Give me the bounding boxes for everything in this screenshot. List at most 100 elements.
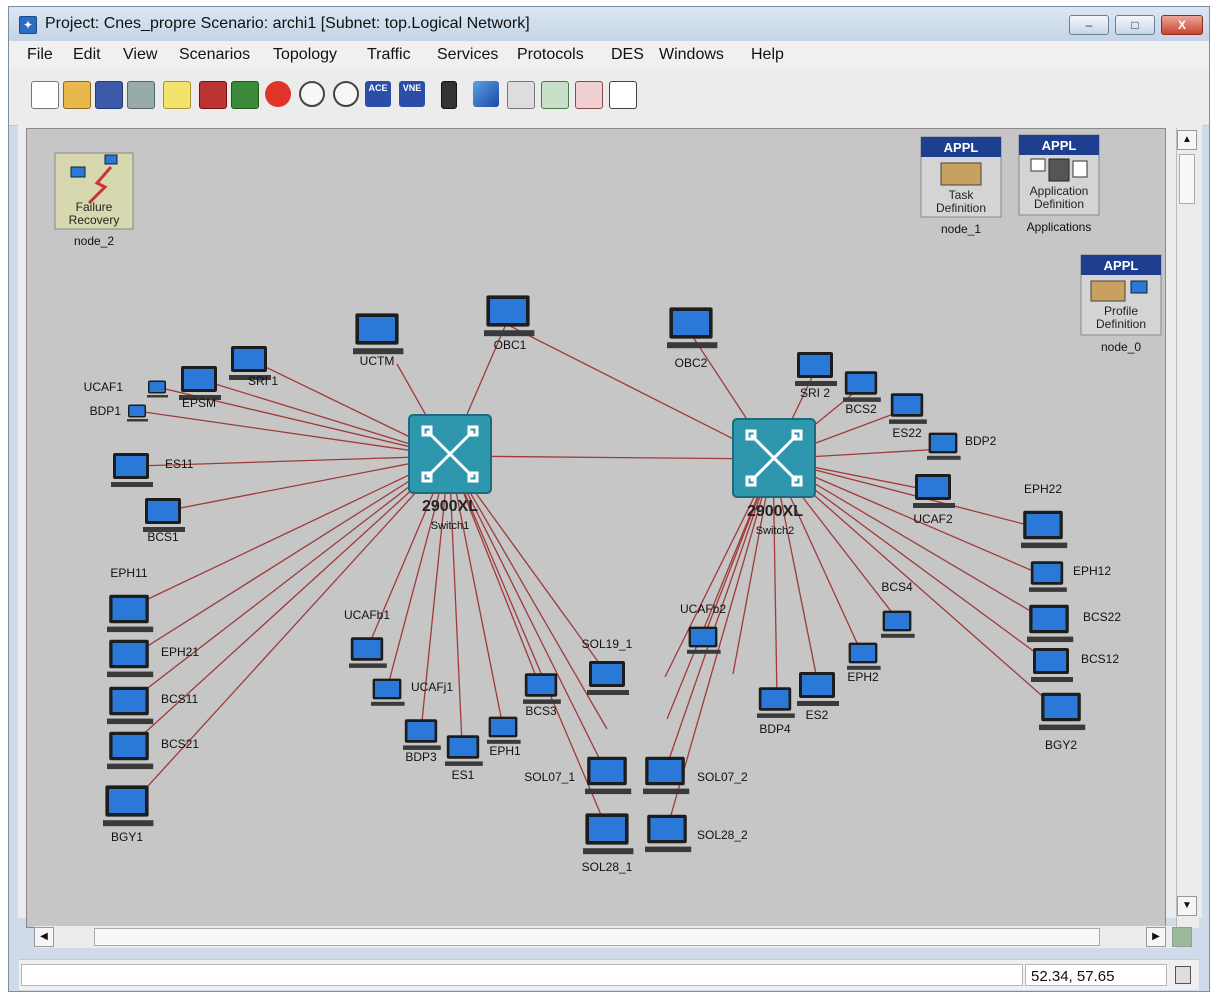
- workstation-ucafj1[interactable]: UCAFj1: [371, 678, 453, 706]
- workstation-bcs4[interactable]: BCS4: [881, 580, 915, 638]
- application-definition-node[interactable]: APPL Application Definition Applications: [1018, 134, 1100, 234]
- locate-icon[interactable]: [265, 81, 291, 107]
- scroll-down-button[interactable]: ▼: [1177, 896, 1197, 916]
- workstation-screen: [800, 355, 830, 375]
- menu-traffic[interactable]: Traffic: [367, 46, 411, 64]
- workstation-label: SOL28_1: [582, 860, 633, 874]
- network-diagram: 2900XL Switch1 2900XL Switch2 SRI 1 EPSM U…: [54, 134, 1162, 874]
- workstation-uctm[interactable]: UCTM: [353, 313, 404, 368]
- workstation-bcs3[interactable]: BCS3: [523, 673, 561, 718]
- menu-help[interactable]: Help: [751, 46, 784, 64]
- scroll-right-button[interactable]: ▶: [1146, 927, 1166, 947]
- workstation-es22[interactable]: ES22: [889, 393, 927, 440]
- workstation-keyboard: [889, 419, 927, 424]
- zoom-in-icon[interactable]: [299, 81, 325, 107]
- workstation-es1[interactable]: ES1: [445, 735, 483, 782]
- workstation-bcs12[interactable]: BCS12: [1031, 648, 1119, 682]
- workstation-screen: [359, 317, 395, 341]
- workstation-obc2[interactable]: OBC2: [667, 307, 718, 370]
- workstation-bcs21[interactable]: BCS21: [107, 731, 199, 770]
- workstation-eph2[interactable]: EPH2: [847, 642, 881, 684]
- workstation-bgy1[interactable]: BGY1: [103, 785, 154, 844]
- workstation-eph11[interactable]: EPH11: [107, 566, 154, 633]
- save-image-icon[interactable]: [231, 81, 259, 109]
- close-button[interactable]: X: [1161, 15, 1203, 35]
- new-icon[interactable]: [31, 81, 59, 109]
- task-definition-node[interactable]: APPL Task Definition node_1: [920, 136, 1002, 236]
- workstation-keyboard: [1027, 636, 1074, 643]
- save-icon[interactable]: [95, 81, 123, 109]
- workstation-bdp1[interactable]: BDP1: [90, 404, 148, 422]
- scroll-up-button[interactable]: ▲: [1177, 130, 1197, 150]
- results-icon[interactable]: [541, 81, 569, 109]
- vne-icon[interactable]: VNE: [399, 81, 425, 107]
- workstation-bgy2[interactable]: BGY2: [1039, 692, 1086, 752]
- workstation-bcs2[interactable]: BCS2: [843, 371, 881, 416]
- marker-icon[interactable]: [507, 81, 535, 109]
- workstation-sol07-2[interactable]: SOL07_2: [643, 756, 748, 795]
- traffic-light-icon[interactable]: [441, 81, 457, 109]
- zoom-fit-icon[interactable]: [1172, 927, 1192, 947]
- workstation-sol19-1[interactable]: SOL19_1: [582, 637, 633, 695]
- workstation-ucafb1[interactable]: UCAFb1: [344, 608, 390, 668]
- workstation-bcs11[interactable]: BCS11: [107, 686, 198, 725]
- ace-import-icon[interactable]: ACE: [365, 81, 391, 107]
- scroll-left-button[interactable]: ◀: [34, 927, 54, 947]
- workstation-es11[interactable]: ES11: [111, 453, 194, 487]
- zoom-out-icon[interactable]: [333, 81, 359, 107]
- menu-des[interactable]: DES: [611, 46, 644, 64]
- menu-services[interactable]: Services: [437, 46, 498, 64]
- view-results-icon[interactable]: [575, 81, 603, 109]
- horizontal-scroll-thumb[interactable]: [94, 928, 1100, 946]
- workstation-label: EPH22: [1024, 482, 1062, 496]
- object-palette-icon[interactable]: [163, 81, 191, 109]
- title-bar[interactable]: ✦ Project: Cnes_propre Scenario: archi1 …: [9, 7, 1209, 41]
- workstation-bdp4[interactable]: BDP4: [757, 687, 795, 736]
- status-icon[interactable]: [1175, 966, 1191, 984]
- workstation-sri-1[interactable]: SRI 1: [229, 346, 278, 388]
- workstation-sol28-2[interactable]: SOL28_2: [645, 814, 748, 853]
- workstation-sol07-1[interactable]: SOL07_1: [524, 756, 632, 795]
- horizontal-scrollbar[interactable]: ◀ ▶: [34, 926, 1192, 948]
- open-icon[interactable]: [63, 81, 91, 109]
- workstation-eph22[interactable]: EPH22: [1021, 482, 1068, 549]
- workstation-sol28-1[interactable]: SOL28_1: [582, 813, 634, 874]
- workstation-eph21[interactable]: EPH21: [107, 639, 199, 678]
- workstation-bcs22[interactable]: BCS22: [1027, 604, 1121, 643]
- workstation-keyboard: [484, 330, 535, 337]
- workstation-bdp2[interactable]: BDP2: [927, 432, 997, 460]
- menu-file[interactable]: File: [27, 46, 53, 64]
- workstation-es2[interactable]: ES2: [797, 672, 839, 722]
- workstation-keyboard: [107, 763, 154, 770]
- maximize-button[interactable]: □: [1115, 15, 1155, 35]
- workstation-eph1[interactable]: EPH1: [487, 716, 521, 758]
- minimize-button[interactable]: –: [1069, 15, 1109, 35]
- workstation-obc1[interactable]: OBC1: [484, 295, 535, 352]
- topology-icon[interactable]: [473, 81, 499, 107]
- menu-windows[interactable]: Windows: [659, 46, 724, 64]
- vertical-scrollbar[interactable]: ▲ ▼: [1176, 128, 1199, 928]
- menu-scenarios[interactable]: Scenarios: [179, 46, 250, 64]
- workstation-label: UCTM: [360, 354, 395, 368]
- workstation-ucaf2[interactable]: UCAF2: [913, 474, 955, 526]
- vertical-scroll-thumb[interactable]: [1179, 154, 1195, 204]
- workstation-sri-2[interactable]: SRI 2: [795, 352, 837, 400]
- failure-recovery-node[interactable]: Failure Recovery node_2: [54, 152, 134, 248]
- switch-2[interactable]: 2900XL Switch2: [732, 418, 816, 537]
- workstation-keyboard: [1029, 587, 1067, 592]
- workstation-bcs1[interactable]: BCS1: [143, 498, 185, 544]
- menu-edit[interactable]: Edit: [73, 46, 101, 64]
- workstation-epsm[interactable]: EPSM: [179, 366, 221, 410]
- menu-topology[interactable]: Topology: [273, 46, 337, 64]
- workstation-eph12[interactable]: EPH12: [1029, 561, 1111, 592]
- print-icon[interactable]: [127, 81, 155, 109]
- configure-icon[interactable]: [199, 81, 227, 109]
- workstation-label: BDP4: [759, 722, 791, 736]
- workstation-bdp3[interactable]: BDP3: [403, 719, 441, 764]
- menu-view[interactable]: View: [123, 46, 157, 64]
- workstation-ucaf1[interactable]: UCAF1: [84, 380, 168, 398]
- network-canvas[interactable]: 2900XL Switch1 2900XL Switch2 SRI 1 EPSM U…: [26, 128, 1166, 928]
- report-icon[interactable]: [609, 81, 637, 109]
- profile-definition-node[interactable]: APPL Profile Definition node_0: [1080, 254, 1162, 354]
- menu-protocols[interactable]: Protocols: [517, 46, 584, 64]
